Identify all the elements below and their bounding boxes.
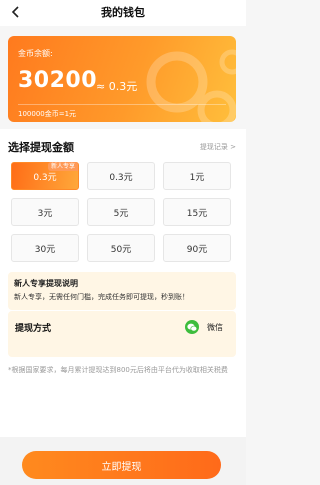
card-divider: [18, 104, 226, 105]
method-label: 提现方式: [15, 324, 52, 334]
amount-option-7[interactable]: 50元: [87, 234, 155, 262]
amount-option-3[interactable]: 3元: [11, 198, 79, 226]
amount-label: 0.3元: [109, 172, 133, 183]
notice-text: 新人专享，无需任何门槛，完成任务即可提现，秒到账！: [14, 293, 189, 301]
coin-balance: 30200: [18, 68, 98, 93]
wechat-icon[interactable]: [185, 320, 199, 334]
money-equivalent: ≈ 0.3元: [96, 80, 138, 93]
amount-option-5[interactable]: 15元: [163, 198, 231, 226]
top-bar: 我的钱包: [0, 0, 246, 26]
withdraw-method: 提现方式 微信: [8, 311, 236, 357]
amount-label: 30元: [34, 244, 56, 255]
coin-decoration-icon: [146, 49, 236, 122]
amount-option-4[interactable]: 5元: [87, 198, 155, 226]
amount-label: 15元: [186, 208, 208, 219]
new-user-notice: 新人专享提现说明 新人专享，无需任何门槛，完成任务即可提现，秒到账！: [8, 272, 236, 310]
amount-label: 3元: [37, 208, 53, 219]
amount-option-1[interactable]: 0.3元: [87, 162, 155, 190]
amount-option-2[interactable]: 1元: [163, 162, 231, 190]
withdraw-now-button[interactable]: 立即提现: [22, 451, 221, 479]
amount-option-8[interactable]: 90元: [163, 234, 231, 262]
section-title: 选择提现金额: [8, 141, 74, 154]
amount-option-0[interactable]: 0.3元 新人专享: [11, 162, 79, 190]
wechat-option[interactable]: 微信: [207, 322, 223, 333]
amount-label: 90元: [186, 244, 208, 255]
new-user-badge: 新人专享: [47, 162, 78, 171]
amount-label: 5元: [113, 208, 129, 219]
tax-note: *根据国家要求，每月累计提现达到800元后将由平台代为收取相关税费: [8, 366, 228, 374]
withdraw-record-link[interactable]: 提现记录 >: [200, 142, 236, 152]
amount-label: 1元: [189, 172, 205, 183]
amount-label: 0.3元: [33, 172, 57, 183]
notice-title: 新人专享提现说明: [14, 279, 78, 288]
exchange-rate-note: 100000金币=1元: [18, 110, 77, 118]
amount-label: 50元: [110, 244, 132, 255]
balance-card: 金币余额: 30200 ≈ 0.3元 100000金币=1元: [8, 36, 236, 122]
page-title: 我的钱包: [101, 6, 145, 19]
balance-label: 金币余额:: [18, 49, 53, 58]
amount-option-6[interactable]: 30元: [11, 234, 79, 262]
